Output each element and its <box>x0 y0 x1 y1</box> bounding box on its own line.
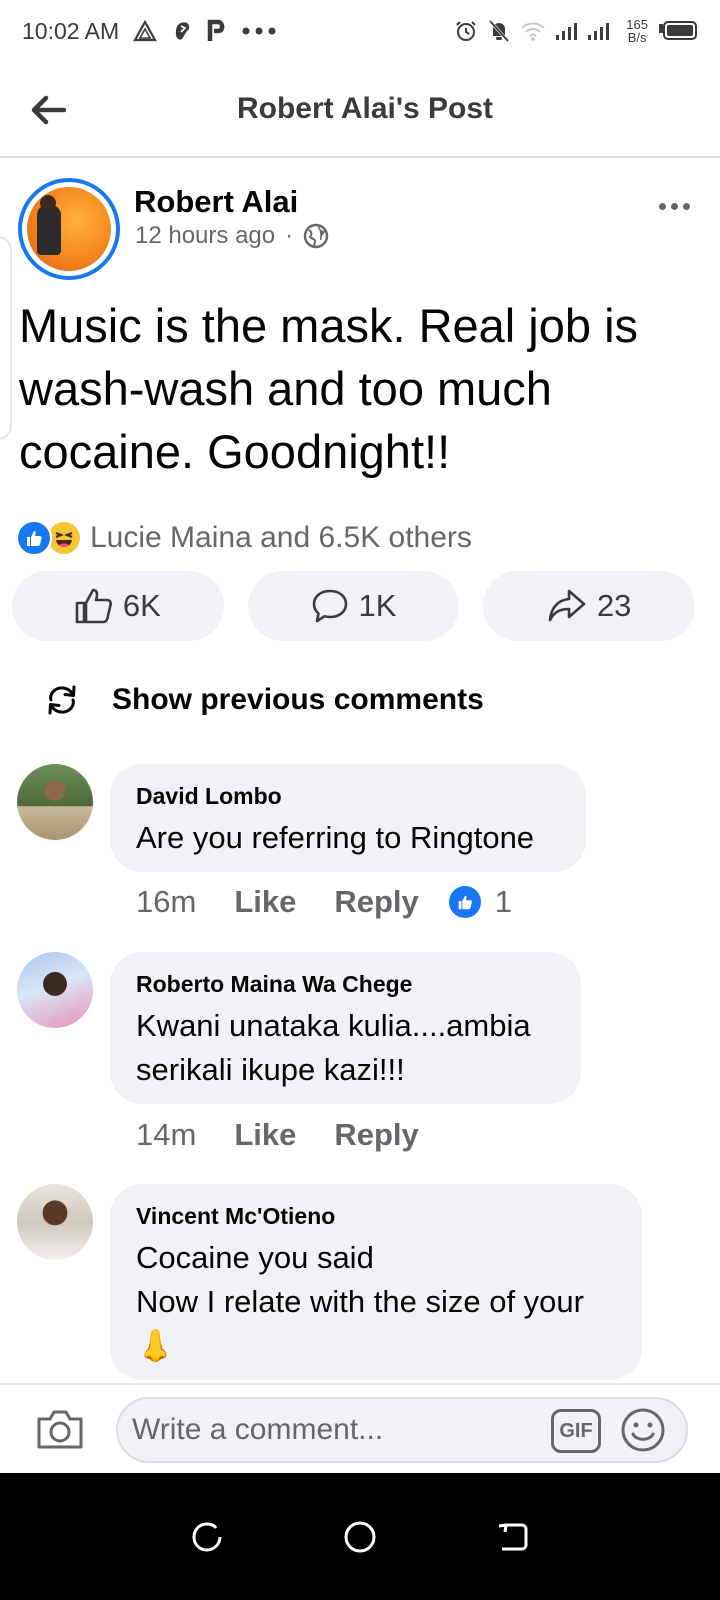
comment-actions: 14m Like Reply <box>136 1117 457 1153</box>
signal-icon <box>556 20 616 42</box>
meta-separator: · <box>285 222 294 249</box>
wifi-icon <box>520 20 546 42</box>
author-avatar[interactable] <box>18 178 120 280</box>
page-title: Robert Alai's Post <box>236 92 494 125</box>
like-reaction-icon <box>16 520 52 556</box>
comment-text: Are you referring to Ringtone <box>136 820 535 855</box>
globe-icon <box>303 223 329 249</box>
warning-triangle-icon <box>133 20 158 42</box>
avatar-image <box>27 187 111 271</box>
comment-input[interactable] <box>116 1397 688 1463</box>
mute-icon <box>488 19 510 43</box>
home-button[interactable] <box>335 1512 385 1562</box>
show-previous-label: Show previous comments <box>112 683 484 716</box>
back-nav-button[interactable] <box>488 1512 538 1562</box>
comment-button[interactable]: 1K <box>247 571 460 641</box>
nose-emoji: 👃 <box>136 1328 175 1363</box>
gif-button[interactable]: GIF <box>551 1409 601 1453</box>
system-nav-bar <box>0 1473 720 1600</box>
camera-button[interactable] <box>34 1403 86 1455</box>
commenter-avatar[interactable] <box>17 952 93 1028</box>
hand-icon <box>171 19 193 43</box>
post-time[interactable]: 12 hours ago <box>135 222 275 250</box>
thumbs-up-icon <box>75 588 112 624</box>
network-speed: 165 B/s <box>626 18 648 44</box>
more-dots-icon <box>241 26 277 36</box>
commenter-name[interactable]: Roberto Maina Wa Chege <box>136 970 555 998</box>
comment-text-line: Now I relate with the size of your <box>136 1284 584 1319</box>
post-action-row: 6K 1K 23 <box>12 571 696 641</box>
dot <box>682 202 690 210</box>
edge-panel-handle[interactable] <box>0 236 12 440</box>
comment-bubble[interactable]: Vincent Mc'Otieno Cocaine you said Now I… <box>110 1184 642 1380</box>
comment-reply-button[interactable]: Reply <box>334 1117 418 1153</box>
comment-like-button[interactable]: Like <box>234 1117 296 1153</box>
comment-reaction-badge[interactable]: 1 <box>448 884 513 920</box>
comment-bubble-icon <box>312 589 347 623</box>
comment-text-line: Cocaine you said <box>136 1240 374 1275</box>
comment-bubble[interactable]: Roberto Maina Wa Chege Kwani unataka kul… <box>110 952 581 1104</box>
comment-text-line: Kwani unataka kulia....ambia <box>136 1008 531 1043</box>
commenter-avatar[interactable] <box>17 764 93 840</box>
smiley-icon <box>621 1408 665 1452</box>
dot <box>670 202 678 210</box>
commenter-name[interactable]: David Lombo <box>136 782 560 810</box>
reactions-text: Lucie Maina and 6.5K others <box>90 521 472 554</box>
home-circle-icon <box>344 1521 376 1552</box>
post-more-button[interactable] <box>652 192 696 220</box>
author-name[interactable]: Robert Alai <box>134 184 298 220</box>
back-nav-icon <box>499 1523 528 1550</box>
camera-icon <box>37 1410 83 1449</box>
recents-button[interactable] <box>182 1512 232 1562</box>
like-reaction-icon <box>448 886 481 918</box>
top-header: Robert Alai's Post <box>0 62 720 158</box>
comment-text-line: serikali ikupe kazi!!! <box>136 1052 405 1087</box>
commenter-name[interactable]: Vincent Mc'Otieno <box>136 1202 616 1230</box>
comment-composer: GIF <box>0 1383 720 1473</box>
comment-bubble[interactable]: David Lombo Are you referring to Rington… <box>110 764 586 872</box>
reactions-summary[interactable]: Lucie Maina and 6.5K others <box>16 518 472 558</box>
emoji-button[interactable] <box>620 1407 666 1453</box>
speed-unit: B/s <box>627 30 647 45</box>
commenter-avatar[interactable] <box>17 1184 93 1260</box>
comment-count: 1K <box>358 588 397 623</box>
share-arrow-icon <box>548 589 586 622</box>
post-text: Music is the mask. Real job is wash-wash… <box>19 299 639 478</box>
post-meta: 12 hours ago · <box>135 222 329 250</box>
status-bar: 10:02 AM 165 B/s <box>0 0 720 62</box>
dot <box>658 202 666 210</box>
status-time: 10:02 AM <box>22 17 120 44</box>
p-icon <box>207 19 227 43</box>
battery-icon <box>658 20 698 42</box>
comment-reply-button[interactable]: Reply <box>334 884 418 920</box>
post-header: Robert Alai 12 hours ago · <box>0 172 720 282</box>
back-button[interactable] <box>26 88 70 132</box>
comment-reaction-count: 1 <box>494 884 513 919</box>
comment-actions: 16m Like Reply 1 <box>136 884 512 920</box>
show-previous-comments[interactable]: Show previous comments <box>44 676 484 724</box>
recents-icon <box>192 1521 222 1552</box>
like-count: 6K <box>122 588 161 623</box>
comment-time[interactable]: 14m <box>136 1117 196 1153</box>
share-button[interactable]: 23 <box>483 571 696 641</box>
comment-like-button[interactable]: Like <box>234 884 296 920</box>
alarm-icon <box>454 19 478 43</box>
comment-time[interactable]: 16m <box>136 884 196 920</box>
arrow-left-icon <box>31 95 66 125</box>
refresh-icon <box>48 685 76 715</box>
share-count: 23 <box>596 588 632 623</box>
like-button[interactable]: 6K <box>12 571 224 641</box>
